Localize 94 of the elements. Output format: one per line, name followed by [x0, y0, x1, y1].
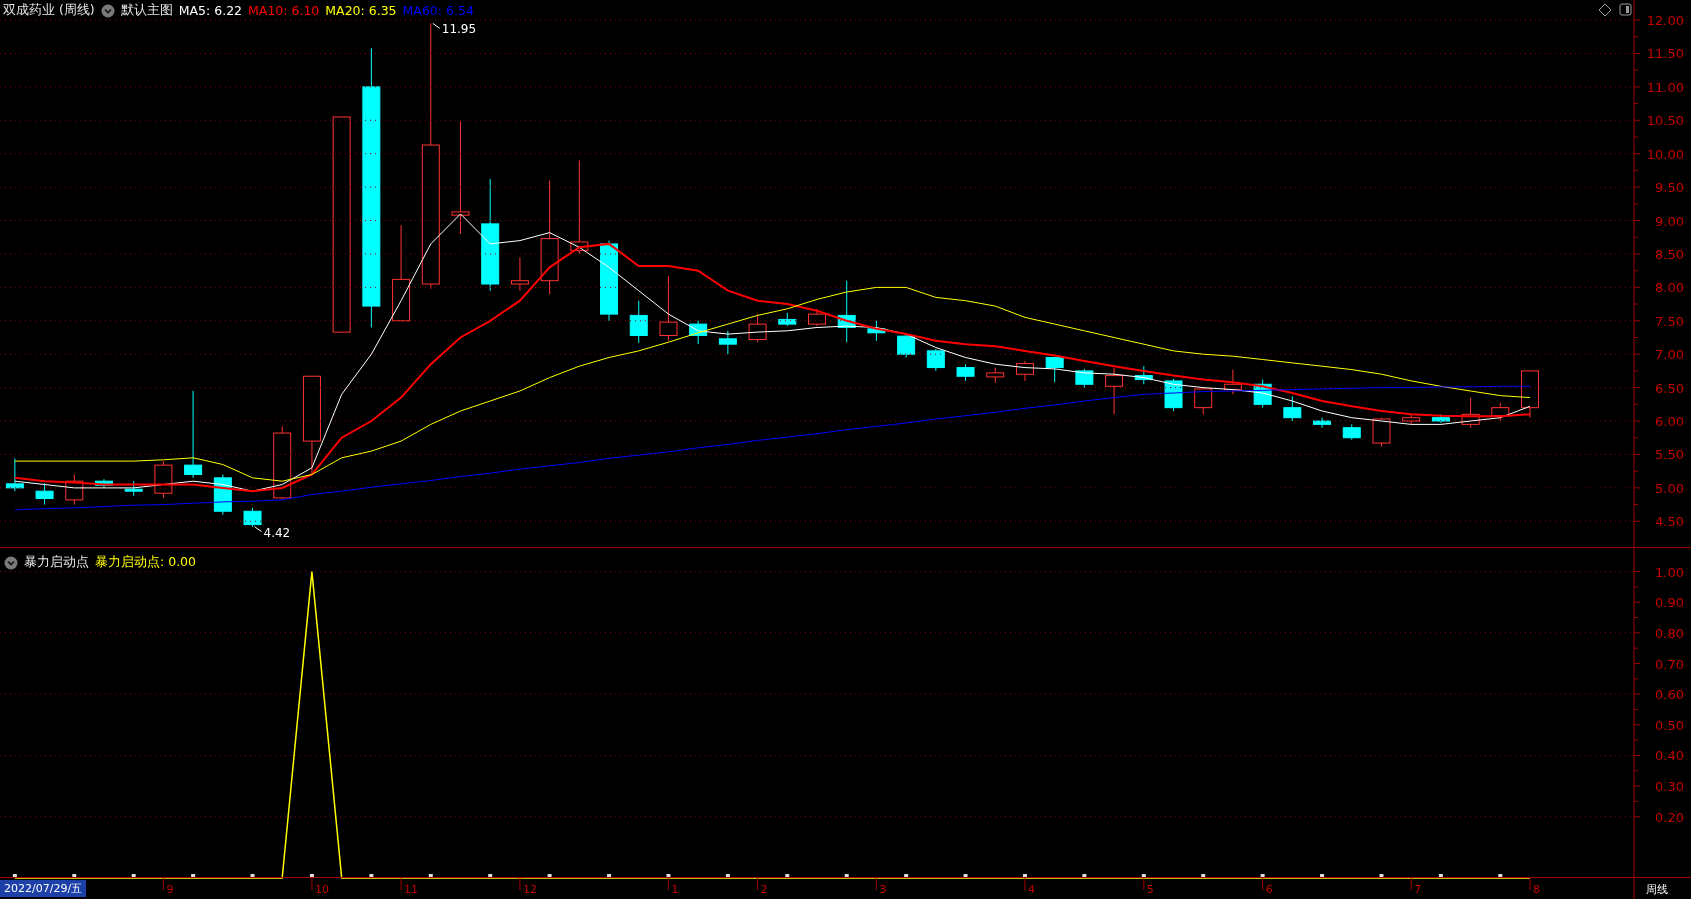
axis-label: 4.50 [1655, 514, 1684, 530]
candlestick [1194, 387, 1213, 415]
axis-label: 11.50 [1646, 46, 1684, 62]
candlestick [1075, 368, 1094, 389]
candlestick [1015, 360, 1034, 382]
axis-label: 8.00 [1655, 280, 1684, 296]
indicator-title: 暴力启动点 [24, 554, 89, 571]
axis-label: 12 [522, 883, 537, 896]
candlestick [986, 367, 1005, 384]
candlestick [124, 480, 143, 497]
template-label[interactable]: 默认主图 [120, 2, 173, 19]
axis-label: 4 [1027, 883, 1035, 896]
axis-label: 6.00 [1655, 414, 1684, 429]
candlestick [1164, 378, 1183, 412]
axis-label: 10 [314, 883, 329, 896]
axis-label: 0.30 [1655, 779, 1684, 795]
axis-label: 0.80 [1655, 625, 1684, 641]
candlestick [629, 300, 648, 344]
axis-label: 2 [760, 883, 768, 896]
diamond-icon[interactable] [1598, 3, 1612, 17]
candlestick [689, 320, 708, 345]
axis-label: 0.50 [1655, 717, 1684, 733]
candlestick [1342, 423, 1361, 441]
candlestick [1283, 395, 1302, 422]
candlestick [1105, 367, 1124, 415]
axis-label: 3 [879, 883, 887, 896]
candlestick [1521, 370, 1539, 419]
candlestick [35, 482, 54, 506]
axis-label: 1.00 [1655, 564, 1684, 580]
candlestick [1223, 369, 1242, 395]
indicator-value: MA60: 6.54 [402, 3, 474, 18]
candlestick [778, 312, 797, 327]
candlestick [1402, 413, 1421, 425]
axis-label: 0.60 [1655, 687, 1684, 703]
candlestick [837, 280, 856, 343]
leader-line [432, 22, 441, 29]
axis-label: 5 [1146, 883, 1154, 896]
candlestick [867, 320, 886, 342]
indicator-value: MA20: 6.35 [325, 3, 397, 18]
candlestick [956, 363, 975, 382]
axis-label: 9.50 [1655, 180, 1684, 196]
period-label: 周线 [1646, 883, 1668, 896]
axis-label: 11 [404, 883, 419, 896]
axis-label: 5.00 [1655, 480, 1684, 496]
axis-label: 0.70 [1655, 656, 1684, 672]
indicator-value: 暴力启动点: 0.00 [95, 554, 197, 571]
candlestick [65, 474, 84, 506]
leader-line [254, 526, 263, 533]
candlestick [926, 348, 945, 372]
candlestick [1045, 357, 1064, 383]
axis-label: 0.90 [1655, 595, 1684, 611]
candlestick [718, 330, 737, 355]
candlestick [1253, 379, 1272, 409]
axis-label: 10.50 [1646, 113, 1684, 129]
dropdown-icon[interactable] [100, 3, 115, 18]
price-label: 4.42 [263, 525, 291, 540]
axis-label: 0.20 [1655, 809, 1684, 825]
candlestick [1491, 402, 1510, 422]
axis-label: 6.50 [1655, 380, 1684, 396]
candlestick [243, 507, 262, 528]
axis-label: 8.50 [1655, 246, 1684, 262]
panel-toggle-icon[interactable] [1619, 3, 1632, 16]
axis-label: 0.40 [1655, 748, 1684, 764]
axis-label: 1 [671, 883, 679, 896]
axis-label: 11.00 [1646, 79, 1684, 95]
candlestick [5, 457, 24, 492]
price-label: 11.95 [441, 22, 477, 37]
axis-label: 7.50 [1655, 313, 1684, 329]
candlestick [808, 308, 826, 327]
candlestick [1134, 365, 1153, 385]
axis-label: 12.00 [1646, 13, 1684, 29]
chart-title: 双成药业 (周线) [3, 2, 95, 19]
candlestick [154, 460, 173, 499]
axis-label: 7.00 [1655, 347, 1684, 363]
axis-label: 9 [166, 883, 174, 896]
axis-label: 10.00 [1646, 146, 1684, 162]
candlestick [510, 256, 529, 292]
candlestick [1431, 413, 1450, 424]
cursor-date: 2022/07/29/五 [0, 880, 87, 897]
axis-label: 5.50 [1655, 447, 1684, 463]
axis-label: 9.00 [1655, 213, 1684, 229]
indicator-value: MA5: 6.22 [178, 3, 243, 18]
axis-label: 8 [1533, 883, 1540, 896]
candlestick [659, 275, 678, 342]
axis-label: 7 [1414, 883, 1422, 896]
axis-label: 6 [1265, 883, 1273, 896]
indicator-value: MA10: 6.10 [248, 3, 320, 18]
candlestick [897, 333, 916, 359]
candlestick [95, 478, 113, 489]
candlestick [1372, 417, 1391, 447]
candlestick [748, 313, 767, 343]
dropdown-icon[interactable] [4, 555, 18, 570]
candlestick [1461, 397, 1480, 429]
candlestick [1313, 417, 1332, 429]
